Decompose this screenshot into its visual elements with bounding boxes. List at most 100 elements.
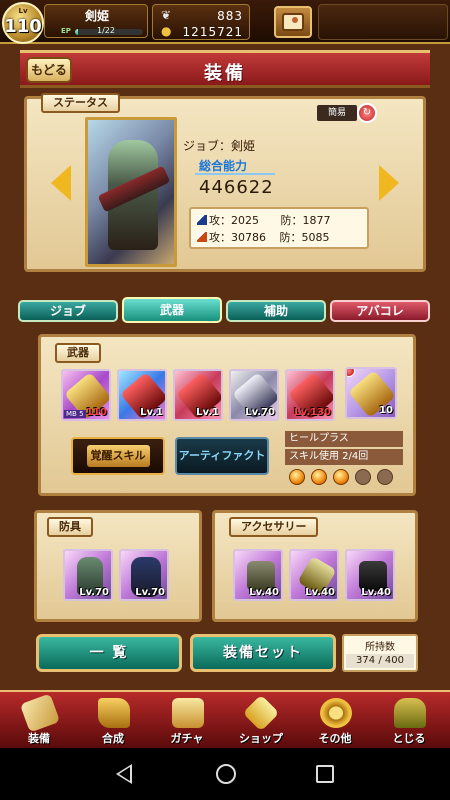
accessory-panel: アクセサリー Lv.40 Lv.40 Lv.40 xyxy=(212,510,418,622)
next-character-arrow[interactable] xyxy=(379,165,399,201)
nav-fuse[interactable]: 合成 xyxy=(76,692,150,748)
nav-other[interactable]: その他 xyxy=(298,692,372,748)
weapon-level: Lv.1 xyxy=(196,407,219,418)
ep-label: EP xyxy=(61,27,71,35)
gacha-card-icon xyxy=(172,698,204,728)
job-name: ジョブ：剣姫 xyxy=(183,139,256,153)
stat-box: 攻：2025 防：1877 攻：30786 防：5085 xyxy=(189,207,369,249)
skill-info: ヒールプラス スキル使用 2/4回 xyxy=(285,431,405,489)
weapon-panel: 武器 MB 5 110 Lv.1 Lv.1 Lv.70 Lv.130 10 覚醒… xyxy=(38,334,416,496)
total-defense: 防：5085 xyxy=(279,231,330,244)
mb-badge: MB 5 xyxy=(64,410,86,418)
awaken-skill-label: 覚醒スキル xyxy=(86,445,150,467)
capacity-value: 374 / 400 xyxy=(346,654,414,668)
weapon-card[interactable]: Lv.70 xyxy=(229,369,279,421)
simple-view-toggle[interactable]: 簡易 ↻ xyxy=(317,103,381,123)
nav-equip[interactable]: 装備 xyxy=(2,692,76,748)
base-stat-row: 攻：2025 防：1877 xyxy=(197,212,331,230)
list-button[interactable]: 一 覧 xyxy=(36,634,182,672)
sub-weapon-level: 10 xyxy=(379,405,393,416)
feather-row: ❦ 883 xyxy=(157,8,243,24)
crystal-icon xyxy=(242,694,280,732)
status-panel: ステータス 簡易 ↻ ジョブ：剣姫 総合能力 446622 攻：2025 防：1… xyxy=(24,93,426,272)
accessory-card[interactable]: Lv.40 xyxy=(233,549,283,601)
player-panel: 剣姫 EP 1/22 xyxy=(44,4,148,38)
nav-label: とじる xyxy=(392,732,426,745)
armor-section-label: 防具 xyxy=(47,517,93,537)
home-circle-icon[interactable] xyxy=(216,764,236,784)
weapon-card[interactable]: MB 5 110 xyxy=(61,369,111,421)
character-portrait[interactable] xyxy=(85,117,177,267)
skill-name: ヒールプラス xyxy=(285,431,403,447)
nav-label: その他 xyxy=(318,732,352,745)
top-status-bar: Lv 110 剣姫 EP 1/22 ❦ 883 ● 1215721 xyxy=(0,0,450,44)
page-header: もどる 装備 xyxy=(20,50,430,88)
skill-orb xyxy=(355,469,371,485)
accessory-card[interactable]: Lv.40 xyxy=(345,549,395,601)
base-defense: 防：1877 xyxy=(280,214,331,227)
accessory-level: Lv.40 xyxy=(249,587,279,598)
accessory-level: Lv.40 xyxy=(305,587,335,598)
weapon-card[interactable]: Lv.1 xyxy=(173,369,223,421)
top-bar-empty-slot xyxy=(318,4,448,40)
accessory-card[interactable]: Lv.40 xyxy=(289,549,339,601)
weapon-card[interactable]: Lv.1 xyxy=(117,369,167,421)
total-power-underline xyxy=(195,173,275,175)
skill-orb xyxy=(289,469,305,485)
coin-icon: ● xyxy=(161,24,172,38)
weapon-level: Lv.1 xyxy=(140,407,163,418)
ep-bar-fill xyxy=(75,29,79,35)
accessory-section-label: アクセサリー xyxy=(229,517,319,537)
refresh-icon: ↻ xyxy=(357,103,377,123)
status-section-label: ステータス xyxy=(41,93,120,113)
nav-gacha[interactable]: ガチャ xyxy=(150,692,224,748)
notification-dot xyxy=(347,369,355,377)
armor-level: Lv.70 xyxy=(135,587,165,598)
capacity-label: 所持数 xyxy=(365,642,395,653)
tab-support[interactable]: 補助 xyxy=(226,300,326,322)
page-title: 装備 xyxy=(204,63,246,84)
tab-job[interactable]: ジョブ xyxy=(18,300,118,322)
equip-icon xyxy=(19,693,61,733)
equipment-set-button[interactable]: 装備セット xyxy=(190,634,336,672)
prev-character-arrow[interactable] xyxy=(51,165,71,201)
feather-count: 883 xyxy=(217,9,243,23)
back-triangle-icon[interactable] xyxy=(116,764,132,784)
total-stat-row: 攻：30786 防：5085 xyxy=(197,229,330,247)
skill-orb xyxy=(333,469,349,485)
nav-label: 合成 xyxy=(102,732,124,745)
total-power-label: 総合能力 xyxy=(199,159,248,173)
nav-close[interactable]: とじる xyxy=(372,692,446,748)
weapon-card[interactable]: Lv.130 xyxy=(285,369,335,421)
sword-icon xyxy=(197,232,207,242)
tab-avatar-collection[interactable]: アバコレ xyxy=(330,300,430,322)
hammer-icon xyxy=(98,698,130,728)
bottom-nav: 装備 合成 ガチャ ショップ その他 とじる xyxy=(0,690,450,748)
gold-row: ● 1215721 xyxy=(157,24,243,40)
weapon-level: Lv.70 xyxy=(245,407,275,418)
armor-card[interactable]: Lv.70 xyxy=(119,549,169,601)
armor-card[interactable]: Lv.70 xyxy=(63,549,113,601)
gear-icon xyxy=(320,698,352,728)
help-book-button[interactable] xyxy=(274,6,312,38)
recent-apps-icon[interactable] xyxy=(316,765,334,783)
level-value: 110 xyxy=(4,16,42,37)
sub-weapon-slot[interactable]: 10 xyxy=(345,367,397,419)
artifact-button[interactable]: アーティファクト xyxy=(175,437,269,475)
book-icon xyxy=(282,13,304,31)
weapon-level: 110 xyxy=(86,407,107,418)
total-attack: 攻：30786 xyxy=(209,231,266,244)
tab-weapon[interactable]: 武器 xyxy=(122,297,222,323)
skill-orb xyxy=(377,469,393,485)
sword-icon xyxy=(197,215,207,225)
nav-shop[interactable]: ショップ xyxy=(224,692,298,748)
level-badge: Lv 110 xyxy=(2,2,44,44)
weapon-section-label: 武器 xyxy=(55,343,101,363)
gold-count: 1215721 xyxy=(182,25,243,39)
nav-label: 装備 xyxy=(28,732,50,745)
feather-icon: ❦ xyxy=(161,8,172,22)
armor-panel: 防具 Lv.70 Lv.70 xyxy=(34,510,202,622)
awaken-skill-button[interactable]: 覚醒スキル xyxy=(71,437,165,475)
armor-level: Lv.70 xyxy=(79,587,109,598)
nav-label: ガチャ xyxy=(170,732,204,745)
